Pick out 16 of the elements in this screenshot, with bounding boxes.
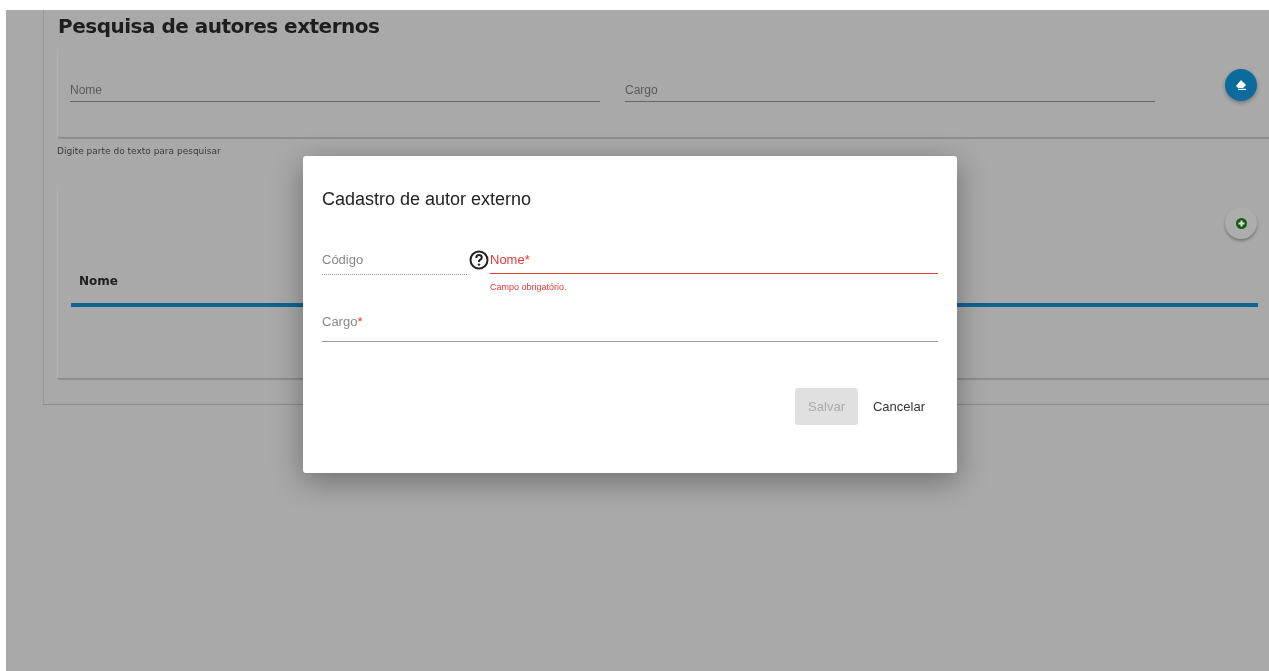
cancel-button[interactable]: Cancelar (859, 388, 938, 425)
search-hint: Digite parte do texto para pesquisar (57, 146, 222, 156)
name-field[interactable]: Nome* (490, 250, 938, 274)
role-field[interactable]: Cargo* (322, 314, 938, 342)
code-field[interactable]: Código (322, 250, 467, 275)
dialog-title: Cadastro de autor externo (322, 189, 533, 210)
page-title: Pesquisa de autores externos (57, 13, 381, 38)
search-field[interactable]: Cargo (625, 79, 1155, 102)
plus-icon (1235, 217, 1247, 229)
add-button[interactable] (1225, 207, 1257, 239)
help-icon[interactable] (469, 250, 489, 270)
column-header: Nome (78, 273, 118, 288)
eraser-icon (1235, 80, 1247, 90)
error-message: Campo obrigatório. (490, 282, 568, 292)
clear-button[interactable] (1225, 69, 1257, 101)
search-field[interactable]: Nome (70, 79, 600, 102)
